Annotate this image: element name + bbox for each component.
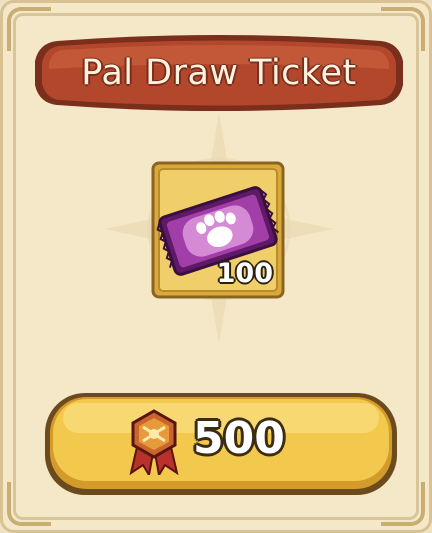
price-value: 500 <box>193 413 285 464</box>
item-slot: 100 <box>151 161 285 299</box>
shop-item-card: Pal Draw Ticket 100 500 <box>0 0 432 533</box>
medal-currency-icon <box>129 409 179 475</box>
buy-button[interactable]: 500 <box>43 391 399 497</box>
dialog-title: Pal Draw Ticket <box>81 53 357 93</box>
title-banner: Pal Draw Ticket <box>29 27 409 119</box>
item-quantity: 100 <box>216 258 273 289</box>
